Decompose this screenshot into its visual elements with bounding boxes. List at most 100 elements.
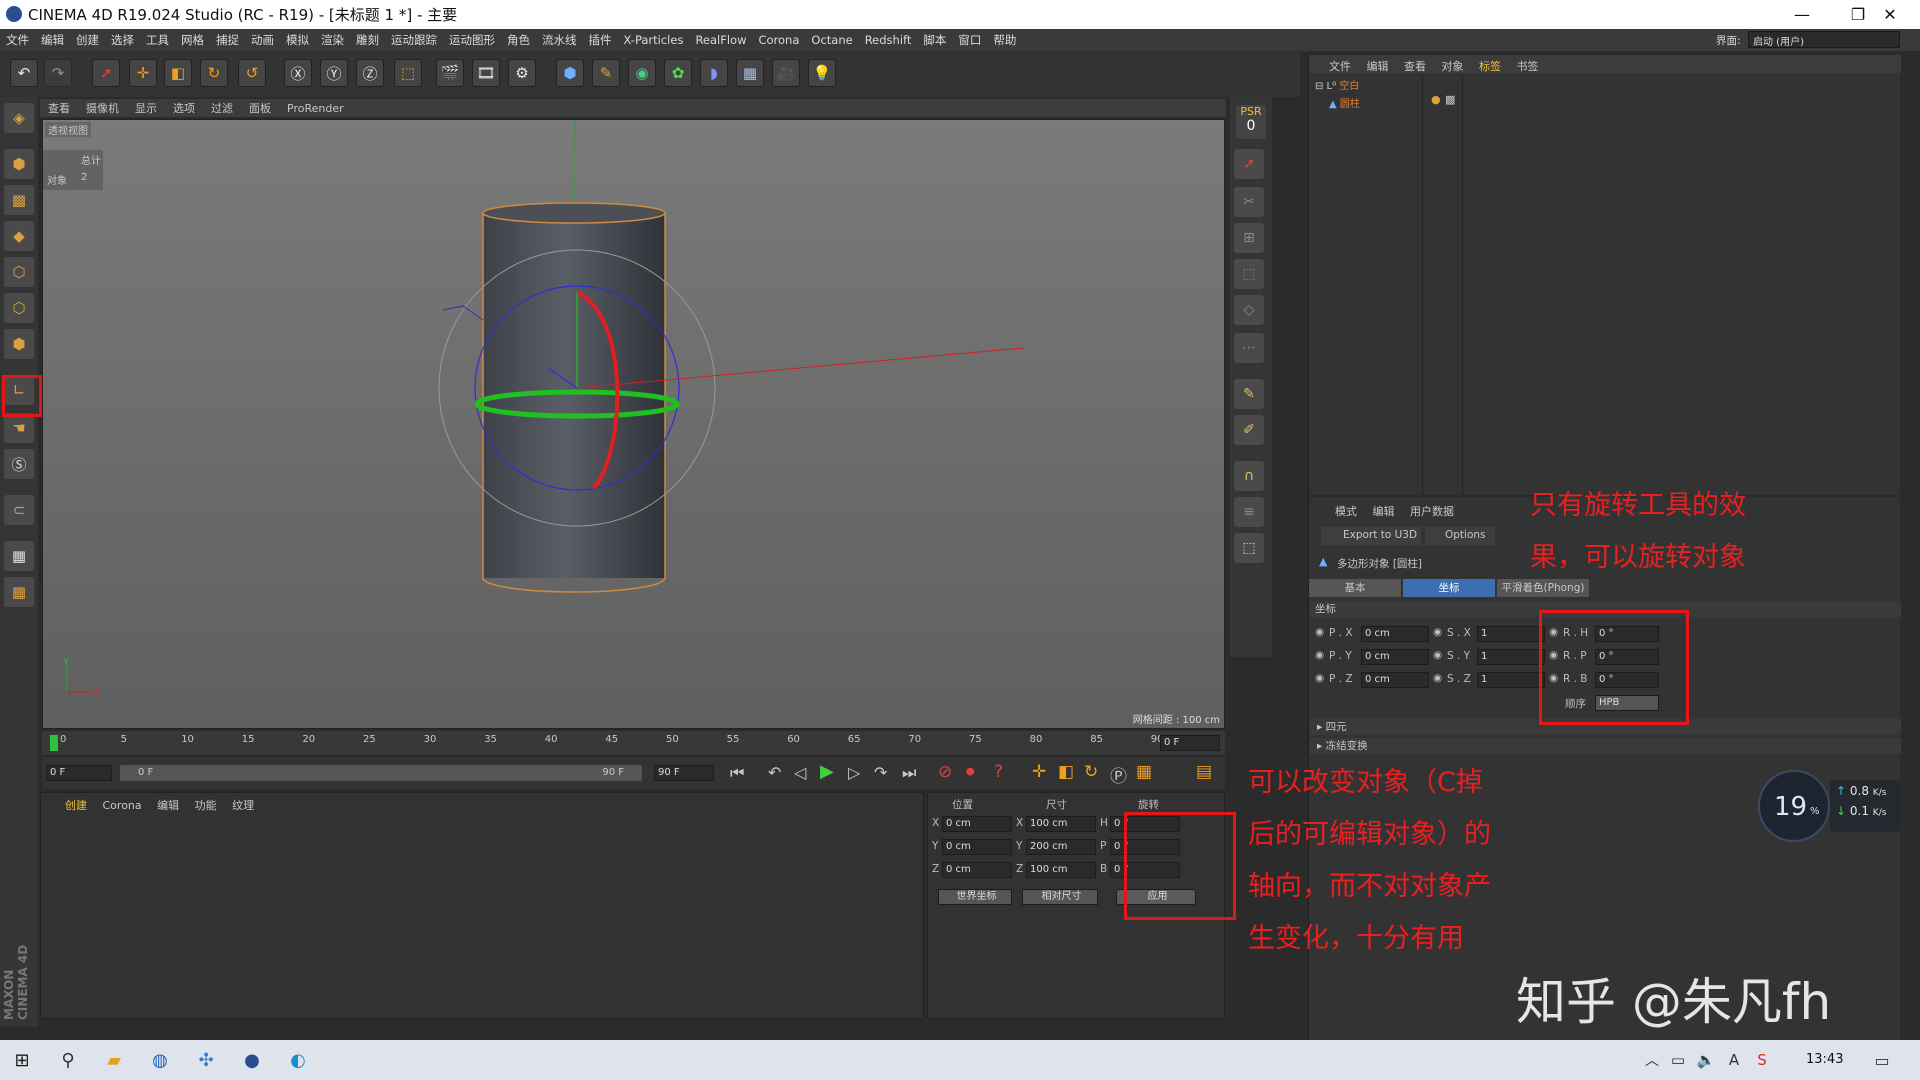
menu-create[interactable]: 创建 [76,32,99,48]
s-y-field[interactable]: 1 [1477,649,1545,665]
s-x-field[interactable]: 1 [1477,626,1545,642]
menu-xparticles[interactable]: X-Particles [624,33,684,47]
p-y-radio-icon[interactable]: ◉ [1315,649,1324,661]
timeline-window-icon[interactable]: ▤ [1196,762,1212,782]
texture-mode-icon[interactable]: ▩ [4,185,34,215]
size-mode-select[interactable]: 相对尺寸 [1022,889,1098,905]
coord-size-x[interactable]: 100 cm [1026,816,1096,832]
menu-render[interactable]: 渲染 [321,32,344,48]
current-frame-field[interactable]: 0 F [1160,735,1220,751]
x-axis-lock-icon[interactable]: Ⓧ [284,59,312,87]
menu-motion-tracking[interactable]: 运动跟踪 [391,32,437,48]
close-button[interactable]: ✕ [1862,0,1918,29]
menu-octane[interactable]: Octane [811,33,852,47]
om-menu-objects[interactable]: 对象 [1442,60,1464,73]
goto-end-icon[interactable]: ⏭ [902,763,916,783]
timeline[interactable]: 0 5 10 15 20 25 30 35 40 45 50 55 60 65 70 75 80 85 90 0 F [42,731,1225,755]
undo-icon[interactable]: ↶ [10,59,38,87]
coord-pos-y[interactable]: 0 cm [942,839,1012,855]
cube-primitive-icon[interactable]: ⬢ [556,59,584,87]
live-selection-icon[interactable]: ➚ [1234,149,1264,179]
attr-menu-edit[interactable]: 编辑 [1373,505,1395,518]
tweak-mode-icon[interactable]: ☚ [4,413,34,443]
edges-mode-icon[interactable]: ⬡ [4,293,34,323]
om-menu-tags[interactable]: 标签 [1479,60,1501,73]
floor-icon[interactable]: ▦ [736,59,764,87]
coord-size-y[interactable]: 200 cm [1026,839,1096,855]
coord-pos-z[interactable]: 0 cm [942,862,1012,878]
menu-character[interactable]: 角色 [507,32,530,48]
coord-mode-select[interactable]: 世界坐标 [938,889,1012,905]
next-key-icon[interactable]: ↷ [874,763,887,782]
p-z-radio-icon[interactable]: ◉ [1315,672,1324,684]
points-mode-icon[interactable]: ⬡ [4,257,34,287]
s-y-radio-icon[interactable]: ◉ [1433,649,1442,661]
cloner-icon[interactable]: ✿ [664,59,692,87]
y-axis-lock-icon[interactable]: Ⓨ [320,59,348,87]
s-x-radio-icon[interactable]: ◉ [1433,626,1442,638]
phong-tag-icon[interactable]: ● [1431,93,1441,106]
coord-size-z[interactable]: 100 cm [1026,862,1096,878]
vp-menu-filter[interactable]: 过滤 [211,100,233,116]
layout-select[interactable]: 启动 (用户) [1748,31,1900,48]
vp-menu-options[interactable]: 选项 [173,100,195,116]
p-x-field[interactable]: 0 cm [1361,626,1429,642]
menu-sculpt[interactable]: 雕刻 [356,32,379,48]
file-explorer-icon[interactable]: ▰ [98,1046,130,1074]
key-scale-icon[interactable]: ◧ [1058,762,1074,782]
vp-menu-view[interactable]: 查看 [48,100,70,116]
subdivision-surface-icon[interactable]: ◉ [628,59,656,87]
solo-icon[interactable]: Ⓢ [4,449,34,479]
vp-menu-display[interactable]: 显示 [135,100,157,116]
move-tool-icon[interactable]: ✛ [129,59,157,87]
mat-menu-texture[interactable]: 纹理 [232,799,254,812]
vp-menu-prorender[interactable]: ProRender [287,102,344,115]
menu-help[interactable]: 帮助 [993,32,1016,48]
deformer-icon[interactable]: ◗ [700,59,728,87]
menu-window[interactable]: 窗口 [958,32,981,48]
menu-pipeline[interactable]: 流水线 [542,32,577,48]
spline-pen-icon[interactable]: ✎ [592,59,620,87]
export-u3d-button[interactable]: Export to U3D [1321,527,1421,545]
start-icon[interactable]: ⊞ [6,1046,38,1074]
key-pla-icon[interactable]: ▦ [1136,762,1152,782]
tab-coordinates[interactable]: 坐标 [1403,579,1495,597]
start-frame-field[interactable]: 0 F [46,765,112,781]
end-frame-field[interactable]: 90 F [654,765,714,781]
minimize-button[interactable]: — [1774,0,1830,29]
next-frame-icon[interactable]: ▷ [848,763,860,782]
workplane-icon[interactable]: ▦ [4,541,34,571]
attr-menu-mode[interactable]: 模式 [1335,505,1357,518]
s-z-field[interactable]: 1 [1477,672,1545,688]
camera-icon[interactable]: 🎥 [772,59,800,87]
z-axis-lock-icon[interactable]: Ⓩ [356,59,384,87]
timeline-playhead[interactable] [50,735,58,751]
recent-tool-icon[interactable]: ↺ [238,59,266,87]
bevel-icon[interactable]: ◇ [1234,295,1264,325]
vp-menu-cameras[interactable]: 摄像机 [86,100,119,116]
range-slider[interactable]: 0 F 90 F [120,765,642,781]
paint-brush-icon[interactable]: ✎ [1234,379,1264,409]
select-tool-icon[interactable]: ➚ [92,59,120,87]
om-menu-bookmarks[interactable]: 书签 [1517,60,1539,73]
timeline-graph-icon[interactable]: ⬚ [1234,533,1264,563]
attr-menu-userdata[interactable]: 用户数据 [1410,505,1454,518]
s-z-radio-icon[interactable]: ◉ [1433,672,1442,684]
menu-realflow[interactable]: RealFlow [695,33,746,47]
key-param-icon[interactable]: Ⓟ [1110,762,1127,787]
menu-tools[interactable]: 工具 [146,32,169,48]
menu-snap[interactable]: 捕捉 [216,32,239,48]
scale-tool-icon[interactable]: ◧ [164,59,192,87]
workplane-mode-icon[interactable]: ◆ [4,221,34,251]
vp-menu-panel[interactable]: 面板 [249,100,271,116]
model-mode-icon[interactable]: ⬢ [4,149,34,179]
menu-select[interactable]: 选择 [111,32,134,48]
prev-key-icon[interactable]: ↶ [768,763,781,782]
ime-sogou-icon[interactable]: S [1746,1046,1778,1074]
goto-start-icon[interactable]: ⏮ [730,763,744,783]
material-tag-icon[interactable]: ▩ [1445,93,1455,106]
menu-redshift[interactable]: Redshift [865,33,912,47]
mat-menu-create[interactable]: 创建 [65,799,87,812]
notification-icon[interactable]: ▭ [1866,1046,1898,1074]
redo-icon[interactable]: ↷ [44,59,72,87]
